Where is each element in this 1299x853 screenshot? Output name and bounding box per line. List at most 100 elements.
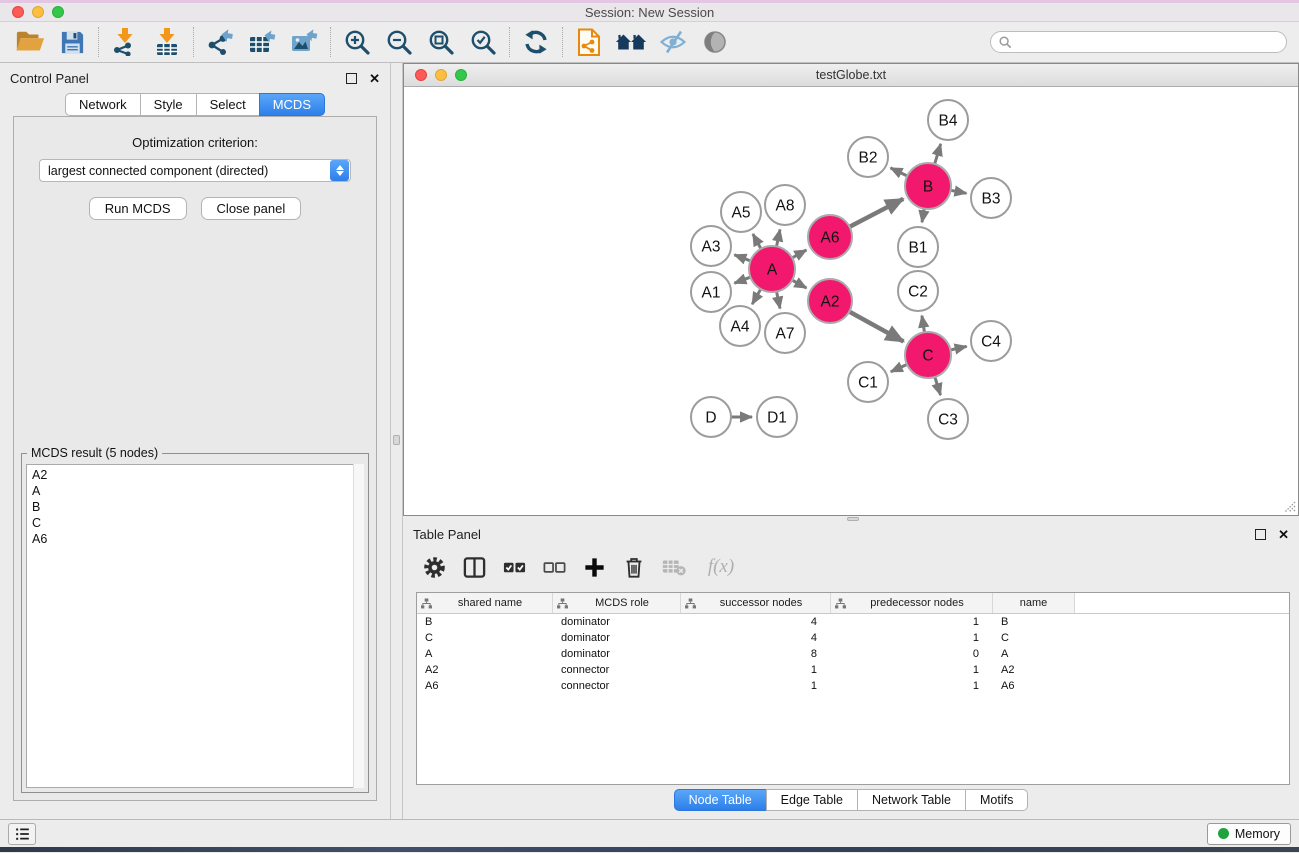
add-column-button[interactable] [577, 551, 611, 583]
graph-node-C4[interactable]: C4 [971, 321, 1011, 361]
control-panel-float-icon[interactable] [346, 73, 357, 84]
graph-node-A8[interactable]: A8 [765, 185, 805, 225]
table-row[interactable]: Bdominator41B [417, 614, 1289, 630]
zoom-window-icon[interactable] [52, 6, 64, 18]
minimize-window-icon[interactable] [32, 6, 44, 18]
table-cell[interactable]: 1 [831, 614, 993, 630]
table-cell[interactable]: dominator [553, 646, 681, 662]
graph-node-A4[interactable]: A4 [720, 306, 760, 346]
network-canvas[interactable]: B4B2B3A8A5A3B1A1C2A4A7C4C1C3DD1BA6AA2C [404, 87, 1298, 515]
show-columns-button[interactable] [457, 551, 491, 583]
table-cell[interactable]: 8 [681, 646, 831, 662]
vertical-split-divider[interactable] [390, 63, 403, 819]
divider-grip[interactable] [847, 517, 859, 521]
graph-node-B[interactable]: B [905, 163, 951, 209]
eye-hidden-button[interactable] [655, 25, 691, 59]
table-cell[interactable]: connector [553, 662, 681, 678]
table-cell[interactable]: B [993, 614, 1075, 630]
import-network-button[interactable] [107, 25, 143, 59]
graph-node-B1[interactable]: B1 [898, 227, 938, 267]
tab-motifs[interactable]: Motifs [965, 789, 1028, 811]
document-network-button[interactable] [571, 25, 607, 59]
table-cell[interactable]: connector [553, 678, 681, 694]
network-window-titlebar[interactable]: testGlobe.txt [404, 64, 1298, 87]
tab-select[interactable]: Select [196, 93, 260, 116]
column-header-successor-nodes[interactable]: successor nodes [681, 593, 831, 613]
mcds-result-item[interactable]: A [32, 483, 363, 499]
graph-node-C[interactable]: C [905, 332, 951, 378]
table-cell[interactable]: 1 [831, 678, 993, 694]
table-cell[interactable]: 4 [681, 630, 831, 646]
export-network-button[interactable] [202, 25, 238, 59]
tab-node-table[interactable]: Node Table [674, 789, 767, 811]
mcds-result-item[interactable]: B [32, 499, 363, 515]
network-close-icon[interactable] [415, 69, 427, 81]
result-list-scrollbar[interactable] [353, 464, 364, 788]
table-cell[interactable]: A2 [993, 662, 1075, 678]
table-row[interactable]: A6connector11A6 [417, 678, 1289, 694]
graph-node-B4[interactable]: B4 [928, 100, 968, 140]
graph-node-A5[interactable]: A5 [721, 192, 761, 232]
tab-edge-table[interactable]: Edge Table [766, 789, 858, 811]
graph-node-D1[interactable]: D1 [757, 397, 797, 437]
network-zoom-icon[interactable] [455, 69, 467, 81]
graph-node-A6[interactable]: A6 [808, 215, 852, 259]
run-mcds-button[interactable]: Run MCDS [89, 197, 187, 220]
table-cell[interactable]: 1 [681, 662, 831, 678]
graph-node-C2[interactable]: C2 [898, 271, 938, 311]
table-cell[interactable]: A2 [417, 662, 553, 678]
export-image-button[interactable] [286, 25, 322, 59]
graph-node-A1[interactable]: A1 [691, 272, 731, 312]
save-session-button[interactable] [54, 25, 90, 59]
graph-node-B2[interactable]: B2 [848, 137, 888, 177]
table-cell[interactable]: 0 [831, 646, 993, 662]
table-cell[interactable]: C [417, 630, 553, 646]
export-table-button[interactable] [244, 25, 280, 59]
import-table-button[interactable] [149, 25, 185, 59]
tab-mcds[interactable]: MCDS [259, 93, 325, 116]
table-row[interactable]: A2connector11A2 [417, 662, 1289, 678]
column-header-mcds-role[interactable]: MCDS role [553, 593, 681, 613]
table-panel-float-icon[interactable] [1255, 529, 1266, 540]
table-cell[interactable]: C [993, 630, 1075, 646]
function-builder-button[interactable]: f(x) [697, 551, 745, 583]
graph-node-B3[interactable]: B3 [971, 178, 1011, 218]
close-panel-button[interactable]: Close panel [201, 197, 302, 220]
tab-network[interactable]: Network [65, 93, 141, 116]
tab-style[interactable]: Style [140, 93, 197, 116]
column-header-shared-name[interactable]: shared name [417, 593, 553, 613]
zoom-selected-button[interactable] [465, 25, 501, 59]
mcds-result-item[interactable]: A2 [32, 467, 363, 483]
table-cell[interactable]: dominator [553, 630, 681, 646]
resize-grip-icon[interactable] [1282, 499, 1296, 513]
refresh-button[interactable] [518, 25, 554, 59]
search-input[interactable] [1017, 35, 1278, 49]
column-header-name[interactable]: name [993, 593, 1075, 613]
table-cell[interactable]: A [417, 646, 553, 662]
deselect-all-columns-button[interactable] [537, 551, 571, 583]
table-cell[interactable]: 1 [831, 630, 993, 646]
table-cell[interactable]: A6 [417, 678, 553, 694]
graph-node-A2[interactable]: A2 [808, 279, 852, 323]
graph-node-C1[interactable]: C1 [848, 362, 888, 402]
column-header-predecessor-nodes[interactable]: predecessor nodes [831, 593, 993, 613]
divider-grip[interactable] [393, 435, 400, 445]
tab-network-table[interactable]: Network Table [857, 789, 966, 811]
table-cell[interactable]: dominator [553, 614, 681, 630]
delete-columns-button[interactable] [617, 551, 651, 583]
houses-button[interactable] [613, 25, 649, 59]
eye-button[interactable] [697, 25, 733, 59]
table-row[interactable]: Cdominator41C [417, 630, 1289, 646]
table-cell[interactable]: 1 [831, 662, 993, 678]
table-cell[interactable]: A6 [993, 678, 1075, 694]
network-minimize-icon[interactable] [435, 69, 447, 81]
criterion-select[interactable]: largest connected component (directed) [39, 159, 351, 182]
network-graph[interactable]: B4B2B3A8A5A3B1A1C2A4A7C4C1C3DD1BA6AA2C [404, 87, 1298, 515]
table-cell[interactable]: 1 [681, 678, 831, 694]
zoom-fit-button[interactable] [423, 25, 459, 59]
task-history-button[interactable] [8, 823, 36, 845]
delete-table-button[interactable] [657, 551, 691, 583]
table-cell[interactable]: A [993, 646, 1075, 662]
graph-node-A[interactable]: A [749, 246, 795, 292]
open-session-button[interactable] [12, 25, 48, 59]
